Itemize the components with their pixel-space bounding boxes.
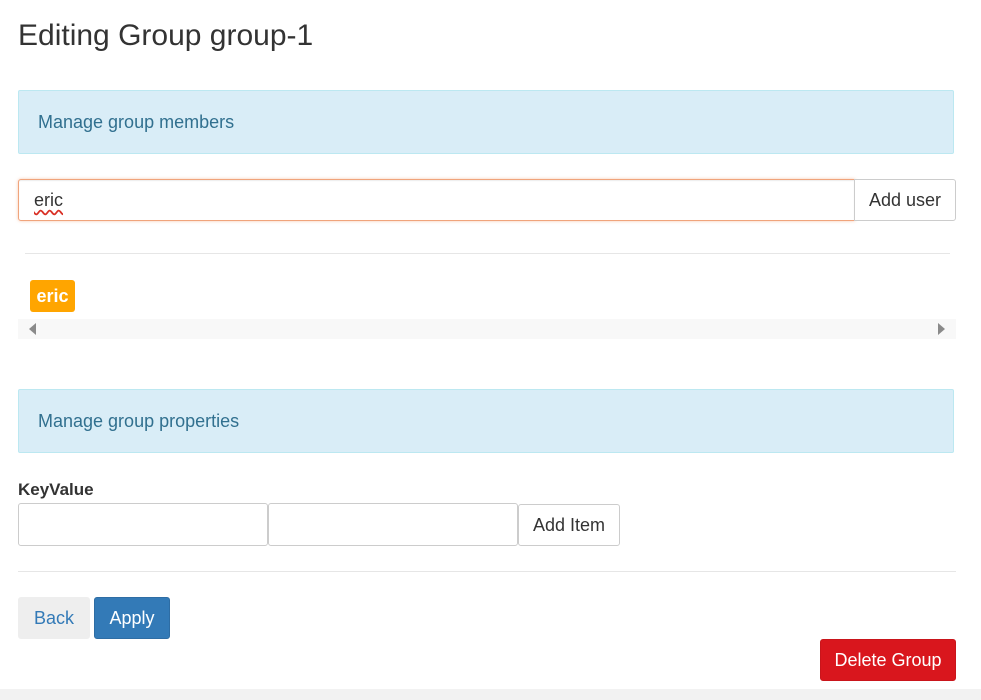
actions-divider <box>18 571 956 572</box>
member-tag[interactable]: eric <box>30 280 75 312</box>
delete-group-button[interactable]: Delete Group <box>820 639 956 681</box>
page-title: Editing Group group-1 <box>18 19 314 52</box>
add-user-button-label: Add user <box>868 189 942 210</box>
apply-button[interactable]: Apply <box>94 597 170 639</box>
add-item-button-label: Add Item <box>532 514 606 535</box>
keyvalue-label: KeyValue <box>18 480 94 499</box>
property-value-input[interactable] <box>268 503 518 546</box>
user-search-input[interactable] <box>18 179 855 221</box>
scroll-right-arrow-icon[interactable] <box>938 323 945 335</box>
add-item-button[interactable]: Add Item <box>518 504 620 546</box>
delete-group-button-label: Delete Group <box>834 649 942 670</box>
edit-group-page: Editing Group group-1 Manage group membe… <box>0 0 981 700</box>
back-button-label: Back <box>33 607 75 628</box>
property-key-input[interactable] <box>18 503 268 546</box>
add-user-button[interactable]: Add user <box>854 179 956 221</box>
page-bottom-strip <box>0 689 981 700</box>
back-button[interactable]: Back <box>18 597 90 639</box>
members-divider <box>25 253 950 254</box>
horizontal-scrollbar[interactable] <box>18 319 956 339</box>
members-panel-title: Manage group members <box>38 111 235 132</box>
members-panel-header: Manage group members <box>18 90 954 154</box>
scroll-left-arrow-icon[interactable] <box>29 323 36 335</box>
properties-panel-title: Manage group properties <box>38 410 240 431</box>
member-tag-label: eric <box>36 285 69 306</box>
properties-panel-header: Manage group properties <box>18 389 954 453</box>
apply-button-label: Apply <box>109 607 155 628</box>
